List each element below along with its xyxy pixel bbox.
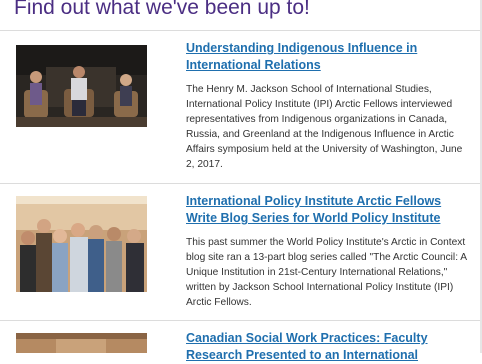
- article-summary: This past summer the World Policy Instit…: [186, 237, 467, 308]
- news-panel: Find out what we've been up to! Understa…: [0, 0, 482, 362]
- article-image: [16, 333, 147, 353]
- section-title: Find out what we've been up to!: [14, 0, 310, 19]
- article-headline-link[interactable]: Canadian Social Work Practices: Faculty …: [186, 330, 471, 364]
- article-thumbnail-group-photo[interactable]: [16, 196, 147, 292]
- article-card: International Policy Institute Arctic Fe…: [0, 183, 480, 323]
- article-headline-link[interactable]: Understanding Indigenous Influence in In…: [186, 40, 471, 74]
- article-headline-link[interactable]: International Policy Institute Arctic Fe…: [186, 193, 471, 227]
- article-card: Canadian Social Work Practices: Faculty …: [0, 320, 480, 362]
- article-summary: The Henry M. Jackson School of Internati…: [186, 84, 463, 170]
- article-thumbnail[interactable]: [16, 333, 147, 353]
- article-card: Understanding Indigenous Influence in In…: [0, 30, 480, 180]
- group-photo-image: [16, 196, 147, 292]
- panel-discussion-image: [16, 45, 147, 127]
- article-thumbnail-panel-discussion[interactable]: [16, 45, 147, 127]
